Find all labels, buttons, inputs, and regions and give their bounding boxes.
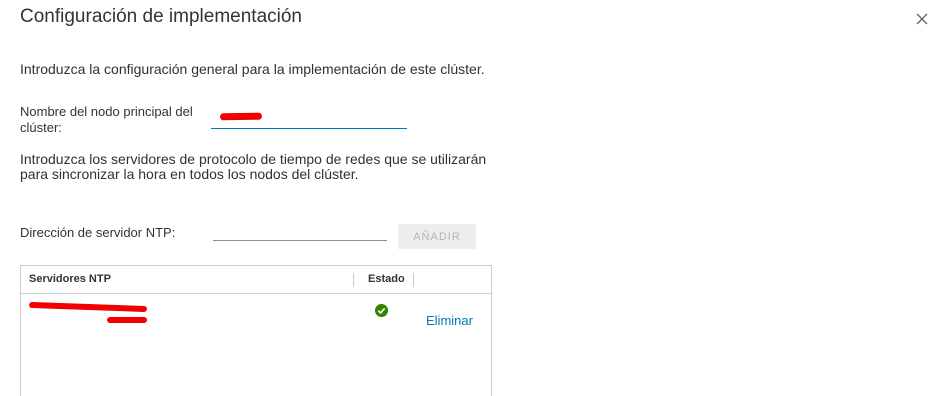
check-circle-icon — [375, 304, 388, 317]
remove-link[interactable]: Eliminar — [426, 313, 473, 328]
dialog-title: Configuración de implementación — [20, 6, 302, 27]
ntp-address-input[interactable] — [213, 222, 387, 241]
column-separator[interactable] — [413, 273, 414, 287]
node-name-label: Nombre del nodo principal del clúster: — [20, 104, 193, 135]
redaction-mark — [28, 301, 148, 313]
column-separator[interactable] — [353, 273, 354, 287]
close-icon[interactable] — [914, 11, 930, 27]
intro-text: Introduzca la configuración general para… — [20, 61, 485, 77]
ntp-instructions: Introduzca los servidores de protocolo d… — [20, 151, 487, 182]
redaction-mark — [219, 112, 263, 121]
column-header-status[interactable]: Estado — [368, 273, 405, 285]
column-header-servers[interactable]: Servidores NTP — [29, 273, 111, 285]
ntp-address-label: Dirección de servidor NTP: — [20, 225, 176, 240]
ntp-servers-table: Servidores NTP Estado Eliminar — [20, 265, 492, 396]
deployment-config-dialog: Configuración de implementación Introduz… — [0, 0, 942, 396]
table-row: Eliminar — [21, 294, 491, 330]
redaction-mark — [107, 317, 147, 323]
add-button[interactable]: AÑADIR — [398, 224, 476, 249]
table-header: Servidores NTP Estado — [21, 266, 491, 294]
